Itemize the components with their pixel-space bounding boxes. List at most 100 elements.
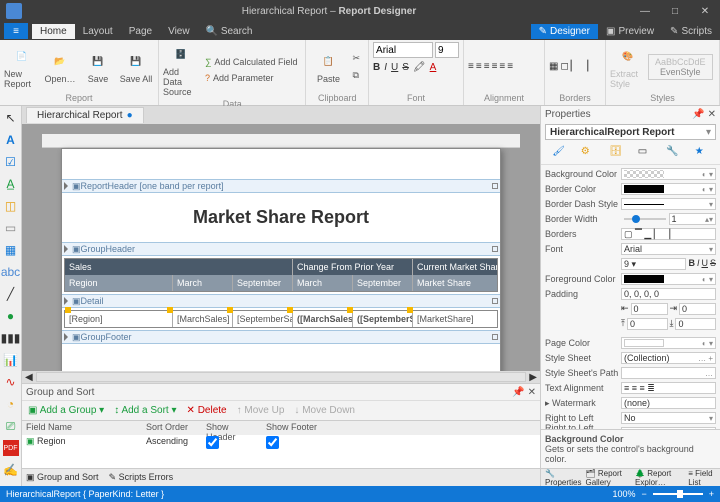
moveup-button[interactable]: ↑ Move Up [237, 405, 285, 416]
smart-tag-icon[interactable] [407, 307, 413, 313]
font-italic-toggle[interactable]: I [697, 258, 700, 270]
header-table[interactable]: Sales Change From Prior Year Current Mar… [64, 258, 498, 292]
properties-object-selector[interactable]: HierarchicalReport Report▾ [545, 124, 716, 140]
group-sort-panel-buttons[interactable]: 📌 ✕ [512, 387, 536, 398]
pdf-tool-icon[interactable]: PDF [3, 440, 19, 456]
prop-padding-value[interactable]: 0, 0, 0, 0 [621, 288, 716, 300]
prop-fgcolor-value[interactable]: ◐ ▾ [621, 273, 716, 285]
richtext-tool-icon[interactable]: A̲ [3, 176, 19, 192]
tab-report-gallery[interactable]: 🗂 Report Gallery [585, 469, 631, 487]
subheader-share[interactable]: Market Share [413, 275, 497, 291]
file-menu-icon[interactable]: ≡ [4, 23, 28, 39]
zipcode-tool-icon[interactable]: ⎚ [3, 418, 19, 434]
pad-top-value[interactable]: 0 [627, 318, 668, 330]
designer-mode-button[interactable]: ✎ Designer [531, 24, 598, 39]
prop-rtl-value[interactable]: No▾ [621, 412, 716, 424]
add-sort-button[interactable]: ↕ Add a Sort ▾ [114, 405, 176, 416]
borderwidth-slider[interactable] [624, 218, 666, 220]
style-gallery-item[interactable]: AaBbCcDdE EvenStyle [648, 54, 713, 80]
save-button[interactable]: 💾Save [80, 49, 116, 84]
prop-pagecolor-value[interactable]: ◐ ▾ [621, 337, 716, 349]
character-comb-tool-icon[interactable]: abc [3, 264, 19, 280]
scripts-mode-button[interactable]: ✎ Scripts [662, 24, 720, 39]
smart-tag-icon[interactable] [65, 307, 71, 313]
underline-button[interactable]: U [391, 62, 398, 73]
search-button[interactable]: 🔍 Search [198, 24, 261, 39]
font-bold-toggle[interactable]: B [688, 258, 695, 270]
highlight-button[interactable]: 🖍 [413, 62, 426, 73]
report-page[interactable]: ▣ ReportHeader [one band per report] Mar… [61, 148, 501, 371]
add-group-button[interactable]: ▣ Add a Group ▾ [28, 405, 104, 416]
prop-borderwidth-value[interactable]: 1▴▾ [669, 213, 717, 225]
add-datasource-button[interactable]: 🗄️Add Data Source [163, 42, 199, 97]
cut-button[interactable]: ✂ [348, 51, 364, 66]
header-change[interactable]: Change From Prior Year [293, 259, 413, 275]
align-tr-icon[interactable]: ≡ [484, 61, 490, 72]
subheader-region[interactable]: Region [65, 275, 173, 291]
show-footer-checkbox[interactable] [266, 436, 279, 449]
pdfsig-tool-icon[interactable]: ✍ [3, 462, 19, 478]
detail-sept1[interactable]: [SeptemberSales] [233, 311, 293, 327]
show-header-checkbox[interactable] [206, 436, 219, 449]
band-detail[interactable]: ▣ Detail [62, 294, 500, 308]
subheader-march2[interactable]: March [293, 275, 353, 291]
cat-misc-icon[interactable]: 🔧 [666, 146, 680, 160]
chart-tool-icon[interactable]: 📊 [3, 352, 19, 368]
font-strike-toggle[interactable]: S [710, 258, 716, 270]
line-tool-icon[interactable]: ╱ [3, 286, 19, 302]
border-r-icon[interactable]: ▕ [581, 61, 589, 72]
subheader-sept2[interactable]: September [353, 275, 413, 291]
zoom-out-button[interactable]: − [641, 489, 646, 499]
label-tool-icon[interactable]: A [3, 132, 19, 148]
pointer-tool-icon[interactable]: ↖ [3, 110, 19, 126]
report-title[interactable]: Market Share Report [64, 195, 498, 240]
subheader-sept1[interactable]: September [233, 275, 293, 291]
detail-sept2[interactable]: ([SeptemberSal [353, 311, 413, 327]
pad-bottom-value[interactable]: 0 [675, 318, 716, 330]
delete-button[interactable]: ✕ Delete [187, 405, 227, 416]
tab-report-explorer[interactable]: 🌲 Report Explor… [635, 469, 684, 487]
smart-tag-icon[interactable] [167, 307, 173, 313]
close-button[interactable]: ✕ [690, 0, 720, 22]
panel-tool-icon[interactable]: ▭ [3, 220, 19, 236]
prop-textalign-value[interactable]: ≡ ≡ ≡ ≣ [621, 382, 716, 394]
pad-right-value[interactable]: 0 [679, 303, 716, 315]
detail-table[interactable]: [Region] [MarchSales] [SeptemberSales] (… [64, 310, 498, 328]
extract-style-button[interactable]: 🎨Extract Style [610, 44, 646, 89]
group-row[interactable]: ▣ Region Ascending [22, 434, 540, 450]
tab-layout[interactable]: Layout [75, 24, 121, 39]
fontcolor-button[interactable]: A [430, 62, 437, 73]
barcode-tool-icon[interactable]: ▮▮▮ [3, 330, 19, 346]
header-sales[interactable]: Sales [65, 259, 293, 275]
align-ml-icon[interactable]: ≡ [492, 61, 498, 72]
border-none-icon[interactable]: ◻ [560, 61, 568, 72]
movedown-button[interactable]: ↓ Move Down [294, 405, 355, 416]
smart-tag-icon[interactable] [227, 307, 233, 313]
subheader-march1[interactable]: March [173, 275, 233, 291]
detail-march1[interactable]: [MarchSales] [173, 311, 233, 327]
bold-button[interactable]: B [373, 62, 380, 73]
saveall-button[interactable]: 💾Save All [118, 49, 154, 84]
shape-tool-icon[interactable]: ● [3, 308, 19, 324]
align-tc-icon[interactable]: ≡ [476, 61, 482, 72]
font-underline-toggle[interactable]: U [701, 258, 708, 270]
paste-button[interactable]: 📋Paste [310, 49, 346, 84]
properties-panel-buttons[interactable]: 📌 ✕ [692, 109, 716, 120]
zoom-in-button[interactable]: + [709, 489, 714, 499]
band-groupheader[interactable]: ▣ GroupHeader [62, 242, 500, 256]
scrollbar-horizontal[interactable]: ◀▶ [22, 371, 540, 383]
open-button[interactable]: 📂Open… [42, 49, 78, 84]
prop-stylesheetpath-value[interactable]: … [621, 367, 716, 379]
detail-march2[interactable]: ([MarchSales] - [293, 311, 353, 327]
tab-field-list[interactable]: ≡ Field List [688, 469, 716, 487]
minimize-button[interactable]: — [630, 0, 660, 22]
tab-page[interactable]: Page [121, 24, 160, 39]
tab-scripts-errors[interactable]: ✎ Scripts Errors [109, 472, 174, 483]
tab-view[interactable]: View [160, 24, 198, 39]
cat-layout-icon[interactable]: ▭ [638, 146, 652, 160]
new-report-button[interactable]: 📄New Report [4, 44, 40, 89]
preview-mode-button[interactable]: ▣ Preview [598, 24, 662, 39]
smart-tag-icon[interactable] [347, 307, 353, 313]
picture-tool-icon[interactable]: ◫ [3, 198, 19, 214]
add-parameter-button[interactable]: ?Add Parameter [201, 71, 301, 85]
